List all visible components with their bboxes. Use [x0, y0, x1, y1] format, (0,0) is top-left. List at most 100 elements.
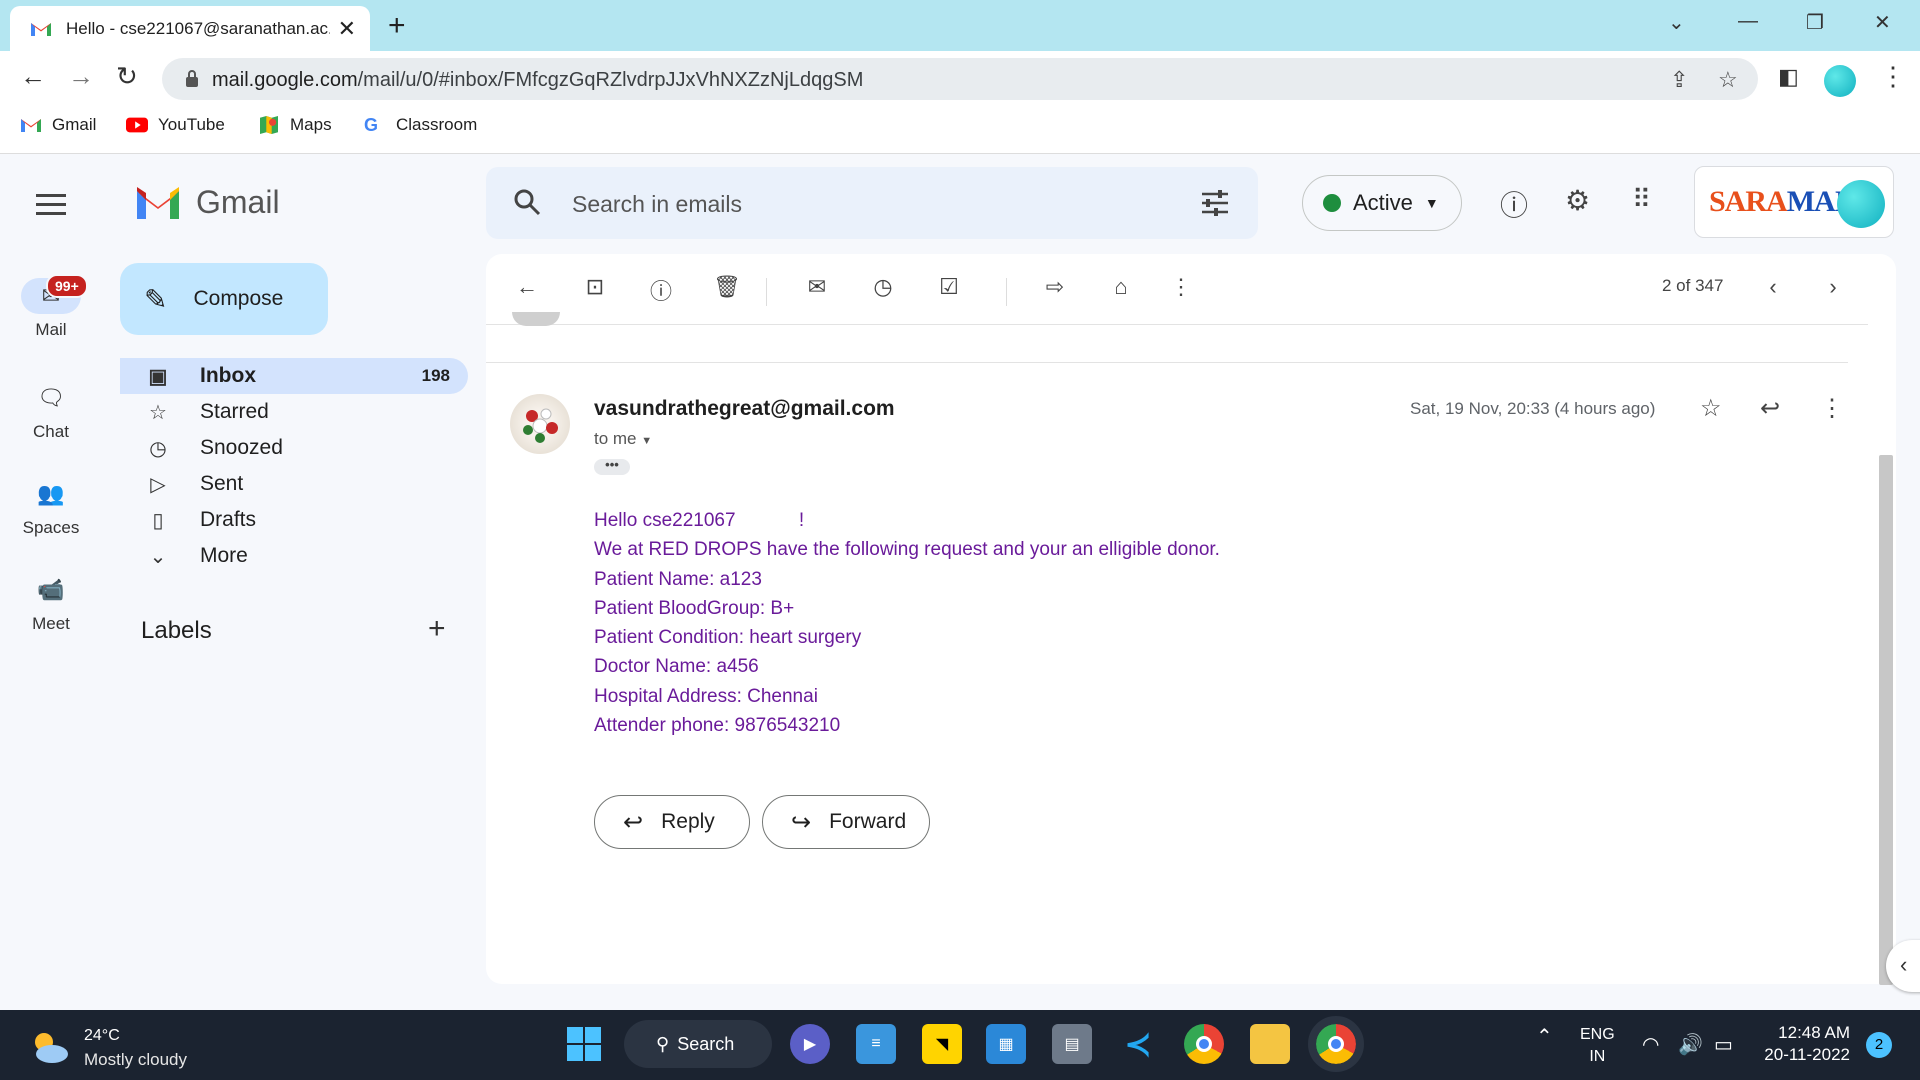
older-chevron-right-icon[interactable]: ›: [1818, 274, 1848, 300]
youtube-icon: [126, 117, 148, 133]
star-icon[interactable]: ☆: [1700, 394, 1722, 423]
bookmark-classroom[interactable]: G Classroom: [364, 115, 477, 135]
mark-unread-icon[interactable]: ✉: [802, 274, 832, 300]
add-label-icon[interactable]: +: [428, 612, 446, 646]
rail-item-mail[interactable]: ✉ 99+ Mail: [0, 274, 102, 340]
reload-icon[interactable]: ↻: [116, 61, 138, 92]
nav-item-snoozed[interactable]: ◷ Snoozed: [120, 430, 468, 466]
back-to-inbox-icon[interactable]: ←: [512, 274, 542, 300]
rail-item-spaces[interactable]: 👥 Spaces: [0, 476, 102, 538]
scrollbar[interactable]: [1879, 455, 1893, 985]
teams-chat-icon[interactable]: ▶: [790, 1024, 830, 1064]
move-to-icon[interactable]: ⇨: [1040, 274, 1070, 300]
add-task-icon[interactable]: ☑: [934, 274, 964, 300]
new-tab-icon[interactable]: +: [388, 9, 406, 43]
bookmark-youtube[interactable]: YouTube: [126, 115, 225, 135]
draft-icon: ▯: [152, 509, 164, 532]
sender-avatar[interactable]: [510, 394, 570, 454]
file-explorer-icon[interactable]: [1250, 1024, 1290, 1064]
battery-icon[interactable]: ▭: [1714, 1032, 1733, 1057]
weather-widget[interactable]: 24°C Mostly cloudy: [28, 1024, 187, 1072]
windows-taskbar: 24°C Mostly cloudy ⚲ Search ▶ ≡ ◥ ▦ ▤ ≺ …: [0, 1010, 1920, 1080]
snooze-icon[interactable]: ◷: [868, 274, 898, 300]
browser-tab-strip: Hello - cse221067@saranathan.ac.in ✕ + ⌄…: [0, 0, 1920, 51]
apps-grid-icon[interactable]: ⠿: [1632, 184, 1651, 215]
profile-avatar[interactable]: [1824, 65, 1856, 97]
gmail-logo-icon: [137, 186, 179, 219]
more-vert-icon[interactable]: ⋮: [1820, 394, 1844, 423]
cloud-sun-icon: [35, 1033, 68, 1063]
toolbar-divider: [1006, 278, 1007, 306]
search-bar[interactable]: Search in emails: [486, 167, 1258, 239]
show-trimmed-content-button[interactable]: •••: [594, 458, 630, 475]
gmail-logo[interactable]: Gmail: [134, 184, 280, 221]
archive-icon[interactable]: ⊡: [580, 274, 610, 300]
rail-item-chat[interactable]: 🗨 Chat: [0, 380, 102, 442]
nav-item-more[interactable]: ⌄ More: [120, 538, 468, 574]
nav-item-inbox[interactable]: ▣ Inbox 198: [120, 358, 468, 394]
settings-gear-icon[interactable]: ⚙: [1565, 184, 1590, 217]
weather-description: Mostly cloudy: [84, 1050, 187, 1069]
close-window-icon[interactable]: ✕: [1874, 10, 1891, 35]
system-clock[interactable]: 12:48 AM 20-11-2022: [1762, 1022, 1850, 1066]
reply-button[interactable]: ↩ Reply: [594, 795, 750, 849]
url-path: /mail/u/0/#inbox/FMfcgzGqRZlvdrpJJxVhNXZ…: [357, 69, 864, 91]
newer-chevron-left-icon[interactable]: ‹: [1758, 274, 1788, 300]
more-options-icon[interactable]: ⋮: [1166, 274, 1196, 300]
back-arrow-icon[interactable]: ←: [20, 61, 46, 92]
chrome-profile-icon[interactable]: [1184, 1024, 1224, 1064]
recipient-line[interactable]: to me ▼: [594, 429, 652, 449]
calendar-icon[interactable]: ▦: [986, 1024, 1026, 1064]
clock-date: 20-11-2022: [1764, 1045, 1850, 1064]
address-bar[interactable]: mail.google.com/mail/u/0/#inbox/FMfcgzGq…: [162, 58, 1758, 100]
tray-overflow-chevron-icon[interactable]: ⌃: [1536, 1024, 1553, 1049]
forward-arrow-icon[interactable]: →: [68, 61, 94, 92]
notification-count-badge[interactable]: 2: [1866, 1032, 1892, 1058]
bookmark-gmail[interactable]: Gmail: [20, 115, 96, 135]
help-icon[interactable]: ⓘ: [1500, 184, 1528, 224]
account-switcher[interactable]: SARAMAIL: [1694, 166, 1894, 238]
share-icon[interactable]: ⇪: [1670, 67, 1688, 93]
tab-title: Hello - cse221067@saranathan.ac.in: [66, 18, 330, 38]
rail-item-meet[interactable]: 📹 Meet: [0, 572, 102, 634]
pager-count: 2 of 347: [1662, 276, 1724, 295]
bookmark-star-icon[interactable]: ☆: [1718, 67, 1738, 93]
bookmark-maps[interactable]: Maps: [258, 115, 332, 135]
notepad-icon[interactable]: ≡: [856, 1024, 896, 1064]
rail-label-spaces: Spaces: [22, 518, 80, 537]
volume-icon[interactable]: 🔊: [1678, 1032, 1703, 1057]
delete-icon[interactable]: 🗑: [712, 274, 742, 300]
lock-icon: [186, 70, 198, 87]
search-options-icon[interactable]: [1200, 189, 1230, 217]
wifi-icon[interactable]: ◠: [1642, 1032, 1659, 1057]
gmail-wordmark: Gmail: [196, 184, 280, 220]
browser-tab[interactable]: Hello - cse221067@saranathan.ac.in ✕: [10, 6, 370, 51]
main-menu-icon[interactable]: [36, 194, 66, 221]
label-icon[interactable]: ⌂: [1106, 274, 1136, 300]
nav-item-drafts[interactable]: ▯ Drafts: [120, 502, 468, 538]
minimize-icon[interactable]: —: [1738, 10, 1758, 33]
input-language[interactable]: ENG IN: [1580, 1024, 1615, 1068]
taskbar-search[interactable]: ⚲ Search: [624, 1020, 772, 1068]
report-spam-icon[interactable]: ⓘ: [646, 274, 676, 306]
chrome-icon[interactable]: [1308, 1016, 1364, 1072]
side-panel-icon[interactable]: ◧: [1778, 64, 1799, 90]
rail-label-meet: Meet: [32, 614, 70, 633]
calculator-icon[interactable]: ▤: [1052, 1024, 1092, 1064]
message-body: Hello cse221067 ! We at RED DROPS have t…: [594, 506, 1220, 740]
start-windows-icon[interactable]: [564, 1024, 604, 1064]
status-dropdown[interactable]: Active ▼: [1302, 175, 1462, 231]
restore-icon[interactable]: ❐: [1806, 10, 1824, 35]
sticky-notes-icon[interactable]: ◥: [922, 1024, 962, 1064]
forward-button[interactable]: ↪ Forward: [762, 795, 930, 849]
tab-search-chevron-icon[interactable]: ⌄: [1668, 10, 1685, 35]
browser-menu-icon[interactable]: ⋮: [1880, 61, 1906, 92]
sender-address[interactable]: vasundrathegreat@gmail.com: [594, 397, 895, 421]
toolbar-divider: [766, 278, 767, 306]
nav-item-starred[interactable]: ☆ Starred: [120, 394, 468, 430]
compose-button[interactable]: ✎ Compose: [120, 263, 328, 335]
close-tab-icon[interactable]: ✕: [338, 16, 356, 42]
nav-item-sent[interactable]: ▷ Sent: [120, 466, 468, 502]
reply-icon[interactable]: ↩: [1760, 394, 1780, 423]
vscode-icon[interactable]: ≺: [1118, 1024, 1158, 1064]
